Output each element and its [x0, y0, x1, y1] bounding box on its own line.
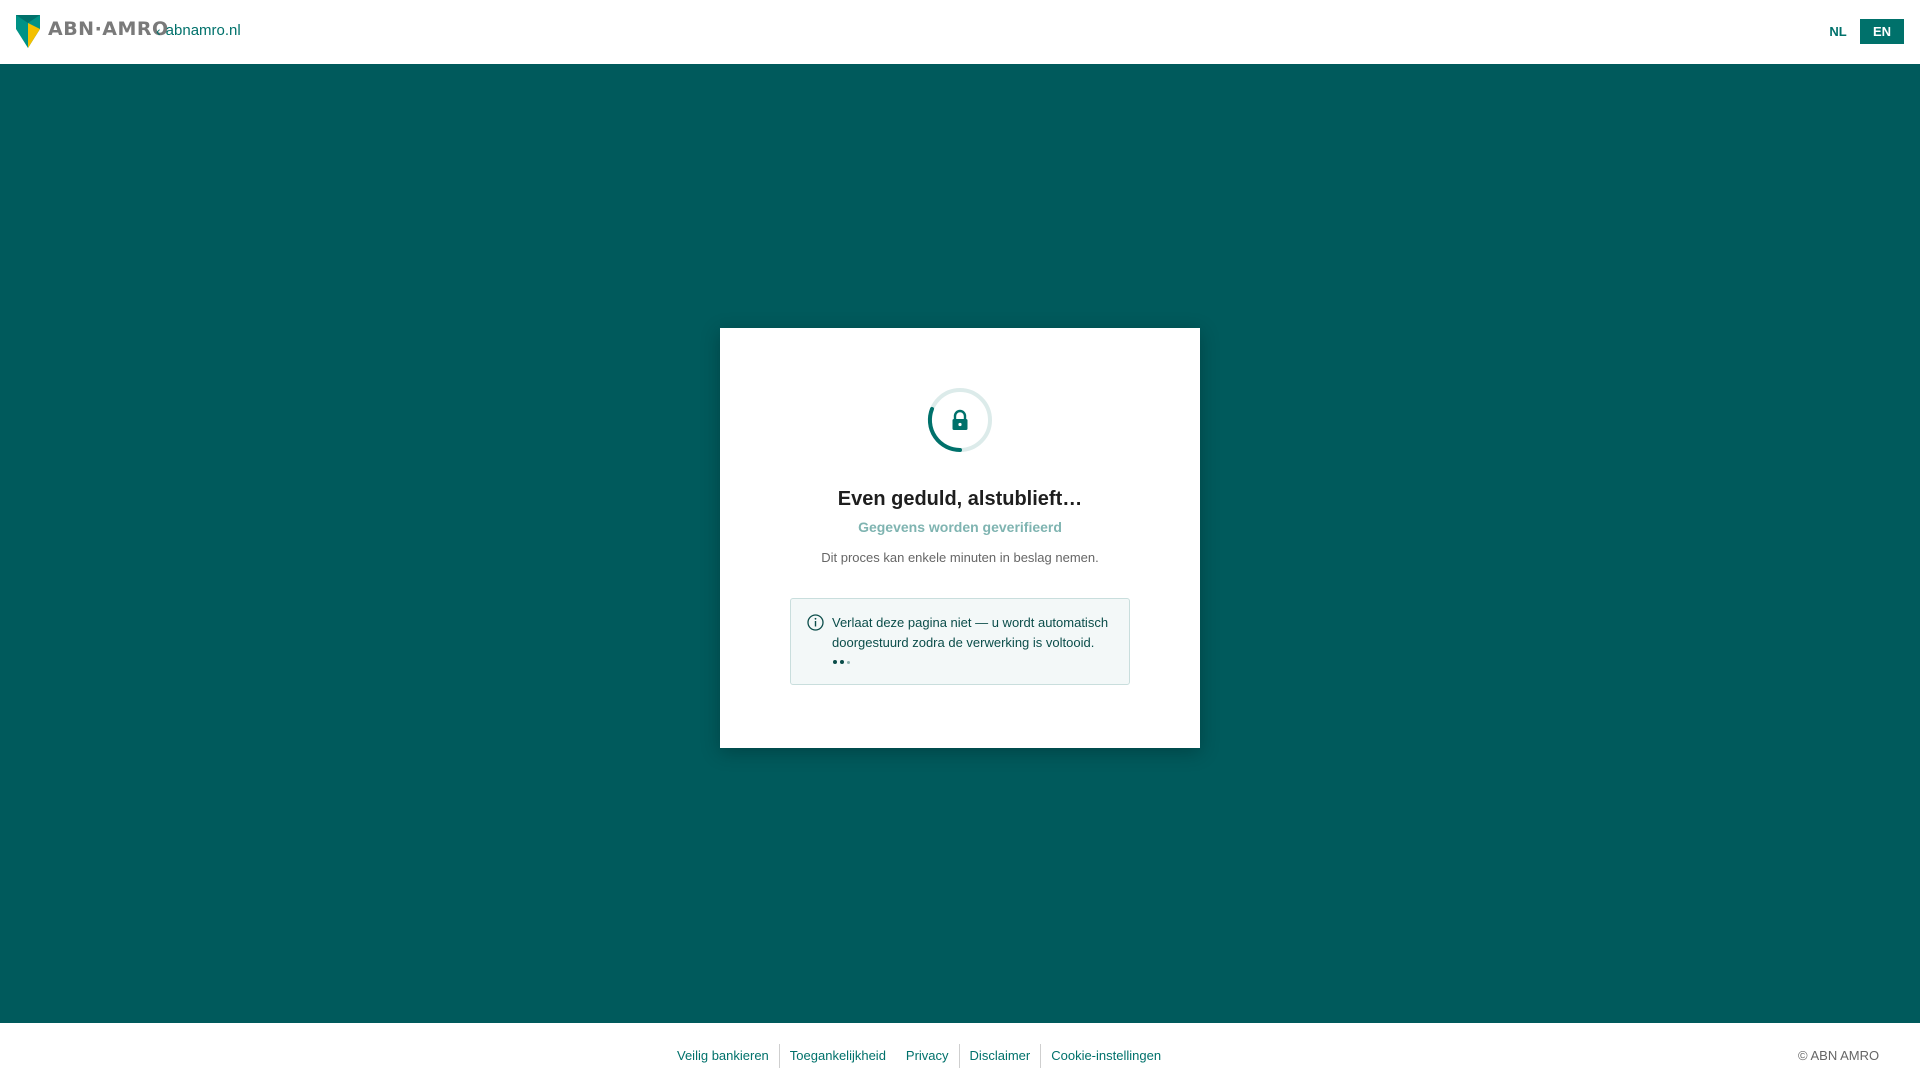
abn-amro-shield-icon — [16, 15, 40, 48]
footer: Veilig bankieren Toegankelijkheid Privac… — [0, 1023, 1920, 1080]
copyright: © ABN AMRO — [1798, 1048, 1880, 1063]
footer-links: Veilig bankieren Toegankelijkheid Privac… — [667, 1044, 1171, 1068]
footer-link-cookie-instellingen[interactable]: Cookie-instellingen — [1041, 1044, 1171, 1068]
lang-en-button[interactable]: EN — [1860, 19, 1904, 44]
footer-link-privacy[interactable]: Privacy — [896, 1044, 959, 1068]
info-text: Verlaat deze pagina niet — u wordt autom… — [832, 615, 1109, 650]
lock-icon — [952, 409, 968, 430]
progress-dot — [840, 660, 844, 664]
footer-link-toegankelijkheid[interactable]: Toegankelijkheid — [780, 1044, 896, 1068]
header: ABN·AMRO ‹ abnamro.nl NL EN — [0, 0, 1920, 64]
main-area: Even geduld, alstublieft… Gegevens worde… — [0, 64, 1920, 1023]
abn-amro-logo[interactable]: ABN·AMRO — [16, 15, 169, 48]
info-box: Verlaat deze pagina niet — u wordt autom… — [790, 598, 1130, 685]
card-title: Even geduld, alstublieft… — [837, 488, 1083, 510]
footer-link-disclaimer[interactable]: Disclaimer — [960, 1044, 1041, 1068]
card-subtitle: Gegevens worden geverifieerd — [858, 519, 1062, 535]
footer-link-veilig-bankieren[interactable]: Veilig bankieren — [667, 1044, 779, 1068]
progress-dot — [847, 660, 850, 664]
loading-card: Even geduld, alstublieft… Gegevens worde… — [720, 328, 1200, 748]
back-link-label: abnamro.nl — [165, 22, 241, 39]
logo-text: ABN·AMRO — [48, 17, 169, 40]
card-note: Dit proces kan enkele minuten in beslag … — [821, 550, 1099, 565]
lang-nl-button[interactable]: NL — [1816, 19, 1860, 44]
back-to-abnamro-link[interactable]: ‹ abnamro.nl — [156, 22, 241, 39]
chevron-left-icon: ‹ — [156, 22, 161, 39]
progress-dots — [833, 660, 850, 664]
progress-dot — [833, 660, 837, 664]
info-icon — [807, 614, 824, 631]
